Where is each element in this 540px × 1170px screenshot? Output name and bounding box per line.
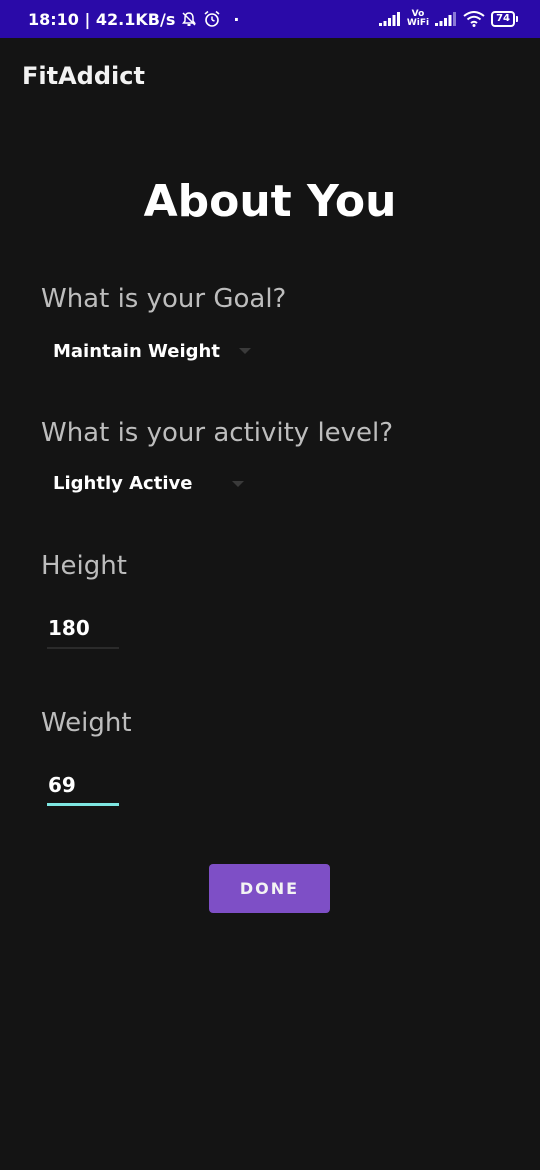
battery-tip [516,16,518,22]
signal-icon [378,12,401,26]
weight-label: Weight [41,708,132,738]
chevron-down-icon[interactable] [239,348,251,354]
weight-input[interactable]: 69 [47,766,119,806]
vowifi-bottom: WiFi [406,18,430,28]
height-underline [47,647,119,649]
signal-icon [435,12,457,26]
battery-level: 74 [491,11,515,27]
height-label: Height [41,551,127,581]
time-speed: 18:10 | 42.1KB/s [28,9,176,29]
app-bar: FitAddict [0,38,540,114]
activity-spinner[interactable]: Lightly Active [53,465,258,501]
activity-label: What is your activity level? [41,418,394,448]
status-left: 18:10 | 42.1KB/s · [28,10,239,29]
wifi-icon [463,11,485,27]
done-button[interactable]: DONE [209,864,330,913]
height-input[interactable]: 180 [47,609,119,649]
battery-icon: 74 [491,11,518,27]
vowifi-icon: Vo WiFi [407,10,429,28]
chevron-down-icon[interactable] [232,481,244,487]
mute-bell-icon [181,11,197,27]
status-right: Vo WiFi 74 [378,10,518,28]
weight-value: 69 [48,773,76,797]
activity-selected-value: Lightly Active [53,472,193,494]
goal-label: What is your Goal? [41,284,287,314]
height-value: 180 [48,616,90,640]
page-title: About You [143,176,397,227]
goal-selected-value: Maintain Weight [53,340,220,362]
status-dot: · [233,9,240,29]
status-bar: 18:10 | 42.1KB/s · Vo WiFi 74 [0,0,540,38]
app-title: FitAddict [22,62,145,90]
alarm-icon [203,10,221,28]
weight-underline [47,803,119,806]
goal-spinner[interactable]: Maintain Weight [53,333,258,369]
